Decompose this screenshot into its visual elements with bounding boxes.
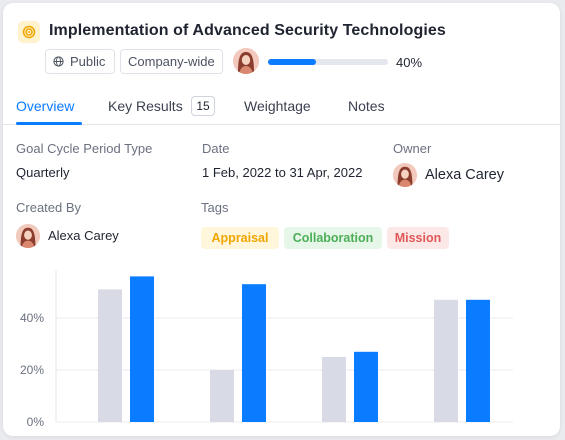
- bar: [466, 299, 490, 422]
- bar: [322, 357, 346, 422]
- y-tick-label: 0%: [27, 415, 45, 429]
- owner-name[interactable]: Alexa Carey: [425, 167, 504, 183]
- key-results-count-badge: 15: [191, 96, 215, 116]
- bar: [210, 370, 234, 422]
- target-icon: [18, 21, 40, 43]
- goal-card: Implementation of Advanced Security Tech…: [3, 3, 560, 436]
- avatar: [233, 48, 259, 74]
- tag-collaboration[interactable]: Collaboration: [284, 227, 382, 249]
- scope-label: Company-wide: [128, 54, 215, 69]
- cycle-label: Goal Cycle Period Type: [16, 141, 153, 156]
- tags-label: Tags: [201, 200, 229, 215]
- globe-icon: [53, 56, 64, 67]
- tab-notes[interactable]: Notes: [348, 98, 385, 114]
- visibility-label: Public: [70, 54, 106, 69]
- progress-bar: [268, 59, 388, 65]
- progress-fill: [268, 59, 316, 65]
- cycle-value: Quarterly: [16, 165, 70, 180]
- tab-overview[interactable]: Overview: [16, 98, 74, 114]
- tab-key-results[interactable]: Key Results: [108, 98, 183, 114]
- bar: [98, 289, 122, 422]
- bar: [434, 299, 458, 422]
- goal-title: Implementation of Advanced Security Tech…: [49, 22, 446, 39]
- scope-chip[interactable]: Company-wide: [120, 49, 223, 74]
- y-tick-label: 40%: [20, 311, 44, 325]
- visibility-chip[interactable]: Public: [45, 49, 115, 74]
- tab-weightage[interactable]: Weightage: [244, 98, 311, 114]
- creator-avatar: [16, 224, 40, 248]
- tag-mission[interactable]: Mission: [387, 227, 449, 249]
- date-value: 1 Feb, 2022 to 31 Apr, 2022: [202, 165, 363, 180]
- tab-bar: Overview Key Results 15 Weightage Notes: [3, 89, 560, 125]
- created-by-label: Created By: [16, 200, 82, 215]
- bar: [130, 276, 154, 422]
- goal-progress-chart: 0% 20% 40%: [20, 270, 513, 429]
- date-label: Date: [202, 141, 230, 156]
- owner-avatar: [393, 163, 417, 187]
- active-tab-indicator: [16, 122, 82, 125]
- progress-label: 40%: [396, 55, 423, 70]
- owner-label: Owner: [393, 141, 432, 156]
- bar: [242, 284, 266, 422]
- bar: [354, 351, 378, 422]
- y-tick-label: 20%: [20, 363, 44, 377]
- creator-name[interactable]: Alexa Carey: [48, 228, 119, 243]
- tag-appraisal[interactable]: Appraisal: [201, 227, 279, 249]
